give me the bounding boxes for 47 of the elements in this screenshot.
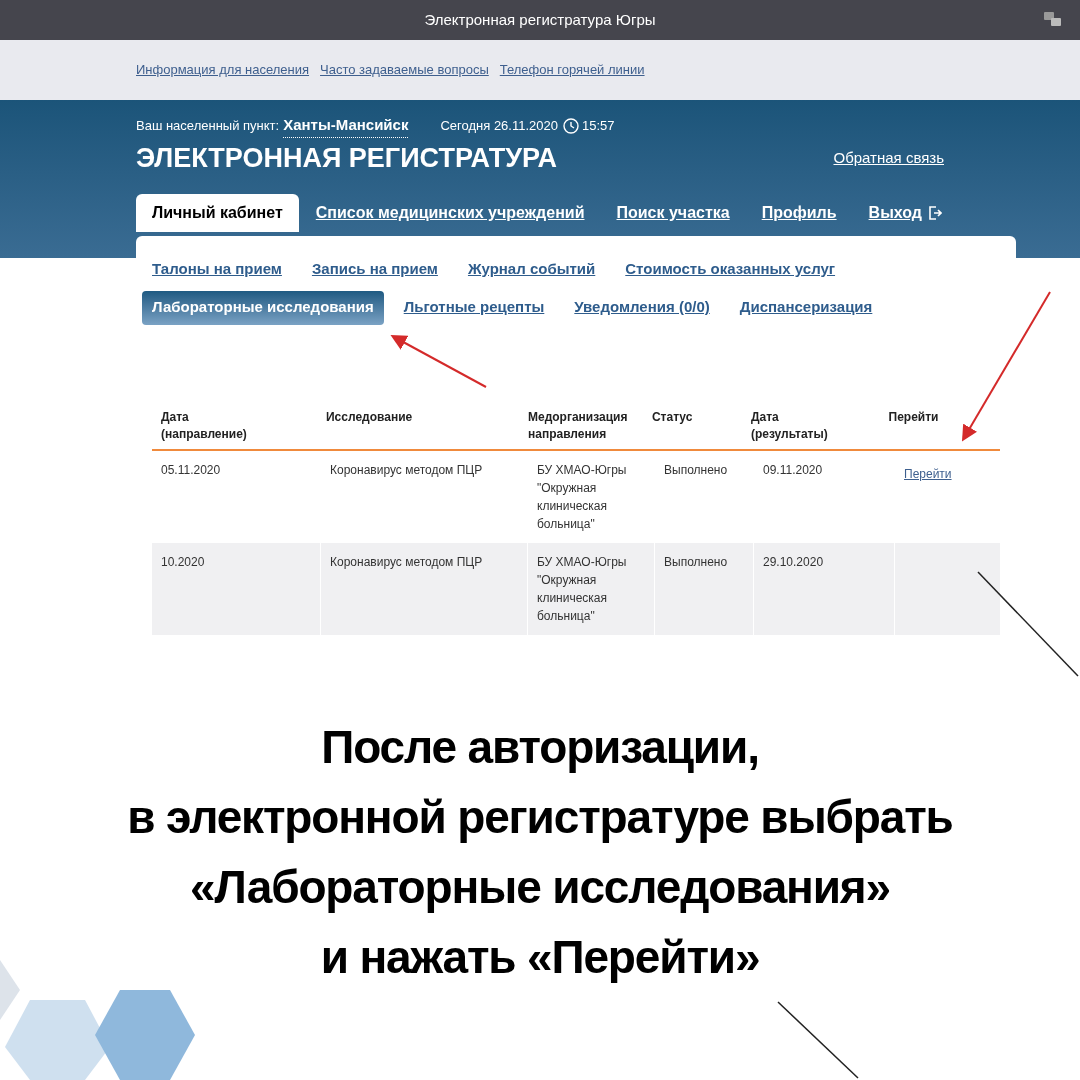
section-tab[interactable]: Уведомления (0/0) bbox=[574, 296, 710, 319]
current-time: 15:57 bbox=[582, 117, 615, 135]
caption-line: в электронной регистратуре выбрать bbox=[127, 790, 953, 845]
chat-icon bbox=[1044, 12, 1062, 28]
section-tab[interactable]: Льготные рецепты bbox=[403, 296, 545, 319]
column-header: Дата (направление) bbox=[161, 408, 248, 443]
caption-line: и нажать «Перейти» bbox=[320, 930, 760, 985]
logout-icon bbox=[928, 206, 942, 220]
main-tab[interactable]: Поиск участка bbox=[616, 194, 730, 232]
main-tab[interactable]: Список медицинских учреждений bbox=[315, 194, 585, 232]
info-link[interactable]: Часто задаваемые вопросы bbox=[320, 60, 489, 80]
column-header: Медорганизация направления bbox=[527, 408, 628, 443]
caption-line: После авторизации, bbox=[321, 720, 759, 775]
window-title: Электронная регистратура Югры bbox=[424, 9, 656, 30]
table-cell-text: Выполнено bbox=[664, 553, 729, 571]
section-tab[interactable]: Запись на прием bbox=[311, 258, 438, 281]
logout-tab[interactable]: Выход bbox=[868, 194, 942, 232]
table-cell-text: 10.2020 bbox=[161, 553, 206, 571]
section-tab[interactable]: Диспансеризация bbox=[739, 296, 873, 319]
table-cell-text: 05.11.2020 bbox=[161, 461, 222, 479]
info-link[interactable]: Телефон горячей линии bbox=[499, 60, 645, 80]
section-tab[interactable]: Стоимость оказанных услуг bbox=[625, 258, 836, 281]
column-header: Дата (результаты) bbox=[750, 408, 829, 443]
open-link[interactable]: Перейти bbox=[904, 466, 952, 481]
table-cell-text: 29.10.2020 bbox=[763, 553, 825, 571]
table-cell-text: Коронавирус методом ПЦР bbox=[330, 461, 484, 479]
column-header: Статус bbox=[651, 408, 694, 426]
column-header: Исследование bbox=[325, 408, 414, 426]
site-title: ЭЛЕКТРОННАЯ РЕГИСТРАТУРА bbox=[136, 141, 558, 175]
location-link[interactable]: Ханты-Мансийск bbox=[283, 114, 409, 138]
clock-icon bbox=[563, 117, 579, 134]
section-tab[interactable]: Журнал событий bbox=[467, 258, 596, 281]
location-label: Ваш населенный пункт: bbox=[136, 117, 280, 135]
caption-line: «Лабораторные исследования» bbox=[190, 860, 890, 915]
feedback-link[interactable]: Обратная связь bbox=[833, 146, 944, 169]
table-cell-text: БУ ХМАО-Югры "Окружная клиническая больница" bbox=[537, 461, 628, 533]
column-header: Перейти bbox=[888, 408, 940, 426]
section-tab[interactable]: Лабораторные исследования bbox=[142, 290, 384, 325]
main-tab[interactable]: Профиль bbox=[761, 194, 837, 232]
table-cell-text: Выполнено bbox=[664, 461, 729, 479]
today-date: Сегодня 26.11.2020 bbox=[440, 117, 558, 135]
info-link[interactable]: Информация для населения bbox=[136, 60, 310, 80]
table-cell-text: Коронавирус методом ПЦР bbox=[330, 553, 484, 571]
table-cell-text: БУ ХМАО-Югры "Окружная клиническая больница" bbox=[537, 553, 628, 625]
main-tab[interactable]: Личный кабинет bbox=[136, 194, 299, 232]
section-tab[interactable]: Талоны на прием bbox=[152, 258, 282, 281]
table-cell-text: 09.11.2020 bbox=[763, 461, 824, 479]
